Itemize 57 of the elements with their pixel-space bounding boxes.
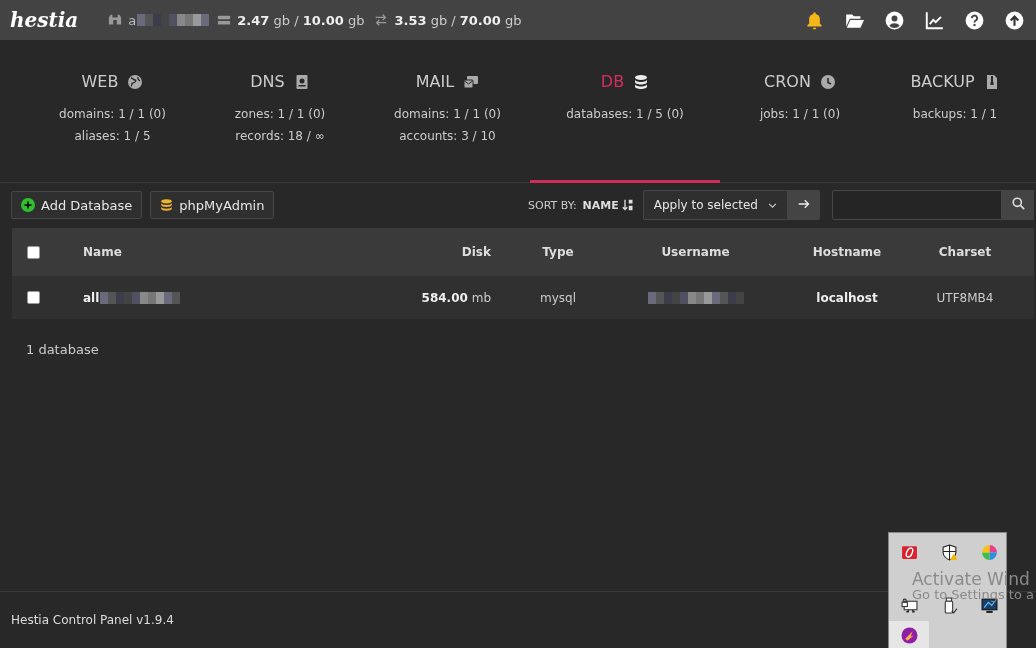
bell-icon[interactable] [805, 10, 824, 30]
column-header: Username [661, 245, 730, 259]
search-icon [1011, 197, 1025, 210]
transfer-icon [374, 13, 389, 27]
sort-button[interactable]: NAME [582, 198, 634, 212]
search-field[interactable] [832, 190, 1002, 220]
color-wheel-icon[interactable] [980, 543, 998, 561]
nav-tab[interactable]: DB databases: 1 / 5 (0) [530, 40, 720, 183]
app-icon[interactable] [900, 543, 918, 561]
clock-icon [819, 73, 836, 90]
add-database-button[interactable]: Add Database [11, 191, 143, 219]
nav-tab[interactable]: CRON jobs: 1 / 1 (0) [720, 40, 880, 182]
app-icon[interactable] [900, 626, 918, 644]
mail-stack-icon [463, 73, 480, 90]
column-header: Type [542, 245, 574, 259]
network-icon[interactable] [900, 597, 918, 614]
apply-button[interactable] [788, 190, 820, 220]
sort-icon [621, 199, 634, 211]
chart-icon[interactable] [925, 10, 944, 30]
item-count: 1 database [25, 341, 100, 357]
footer-text: Hestia Control Panel v1.9.4 [11, 613, 174, 627]
bandwidth-usage: 3.53 gb / 70.00 gb [394, 12, 522, 28]
username-text: a [128, 12, 137, 28]
logo-text[interactable]: hestia [10, 8, 79, 32]
column-header: Charset [938, 245, 992, 259]
column-header: Name [83, 245, 122, 259]
binoculars-icon [108, 13, 123, 27]
nav-tab[interactable]: DNS zones: 1 / 1 (0) records: 18 / ∞ [195, 40, 365, 182]
search-button[interactable] [1002, 190, 1034, 220]
column-header: Disk [461, 245, 491, 259]
disk-usage: 2.47 gb / 10.00 gb [237, 12, 365, 28]
upload-icon[interactable] [1005, 10, 1024, 30]
table-cell: 584.00 mb [421, 290, 491, 305]
nav-tab[interactable]: MAIL domains: 1 / 1 (0) accounts: 3 / 10 [365, 40, 530, 182]
database-name[interactable]: all [83, 290, 100, 305]
column-header: Hostname [812, 245, 882, 259]
checkbox[interactable] [27, 291, 40, 304]
help-icon[interactable] [965, 10, 984, 30]
caret-icon [768, 200, 777, 210]
database-icon [633, 73, 650, 90]
plus-circle-icon [21, 198, 35, 212]
table-cell: mysql [540, 290, 576, 305]
nav-tab[interactable]: WEB domains: 1 / 1 (0) aliases: 1 / 5 [30, 40, 195, 182]
checkbox[interactable] [27, 245, 40, 259]
database-icon [160, 198, 174, 212]
user-icon[interactable] [885, 10, 904, 30]
table-cell: localhost [816, 290, 878, 305]
activation-text: Go to Settings to a [912, 588, 1034, 602]
shield-warning-icon[interactable] [940, 543, 958, 561]
table-cell: UTF8MB4 [936, 290, 994, 305]
sort-label: SORT BY: [528, 198, 577, 212]
arrow-right-icon [798, 197, 810, 210]
bulk-action-select[interactable]: Apply to selected [642, 190, 788, 220]
globe-icon [127, 73, 144, 90]
phpmyadmin-button[interactable]: phpMyAdmin [150, 191, 275, 219]
nav-tab[interactable]: BACKUP backups: 1 / 1 [880, 40, 1030, 182]
hard-drive-icon [217, 13, 232, 27]
